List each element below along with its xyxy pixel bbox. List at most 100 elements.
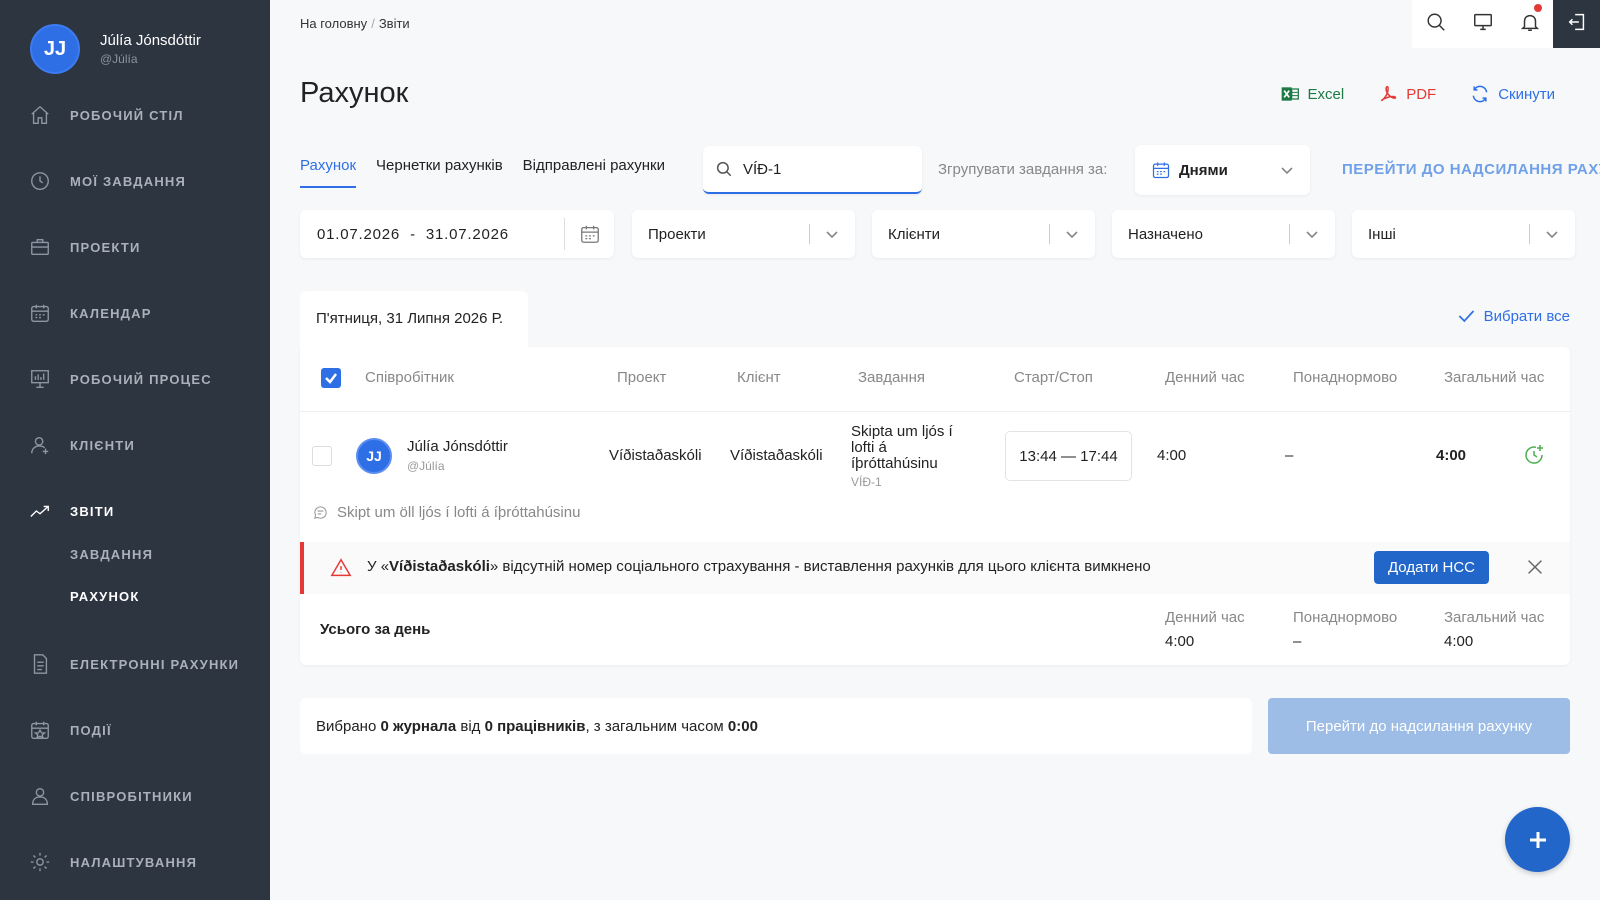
date-to: 31.07.2026 bbox=[425, 225, 509, 243]
warning-text: У «Víðistaðaskóli» відсутній номер соціа… bbox=[367, 558, 1151, 575]
goto-send-invoice-link[interactable]: ПЕРЕЙТИ ДО НАДСИЛАННЯ РАХУНКУ bbox=[1342, 161, 1600, 178]
tab-invoice[interactable]: Рахунок bbox=[300, 157, 357, 188]
avatar[interactable]: JJ bbox=[30, 24, 80, 74]
chevron-down-icon bbox=[1546, 231, 1558, 239]
sidebar-item-workflow[interactable]: РОБОЧИЙ ПРОЦЕС bbox=[28, 364, 212, 394]
chevron-down-icon bbox=[1066, 231, 1078, 239]
task-code: VÍÐ-1 bbox=[851, 475, 882, 489]
logout-icon bbox=[1566, 11, 1588, 38]
user-profile[interactable]: JJ Júlía Jónsdóttir @Júlía bbox=[30, 24, 201, 74]
clients-filter[interactable]: Клієнти bbox=[872, 210, 1095, 258]
column-header-task[interactable]: Завдання bbox=[858, 369, 925, 386]
pdf-export-button[interactable]: PDF bbox=[1378, 84, 1436, 104]
notifications-button[interactable] bbox=[1506, 0, 1553, 48]
sidebar-item-label: НАЛАШТУВАННЯ bbox=[70, 854, 198, 870]
column-header-total-time[interactable]: Загальний час bbox=[1444, 369, 1544, 386]
sidebar-subitem-invoice[interactable]: РАХУНОК bbox=[70, 589, 140, 604]
warning-prefix: У « bbox=[367, 558, 390, 575]
notification-dot bbox=[1534, 4, 1542, 12]
user-name: Júlía Jónsdóttir bbox=[100, 32, 201, 49]
plus-icon bbox=[1529, 831, 1546, 848]
reset-label: Скинути bbox=[1498, 85, 1555, 103]
invoice-tabs: Рахунок Чернетки рахунків Відправлені ра… bbox=[300, 157, 665, 188]
client-icon bbox=[28, 433, 52, 457]
breadcrumb-home[interactable]: На головну bbox=[300, 16, 367, 31]
sidebar-item-label: РОБОЧИЙ ПРОЦЕС bbox=[70, 371, 212, 387]
add-button[interactable] bbox=[1505, 807, 1570, 872]
sidebar-item-label: ЕЛЕКТРОННІ РАХУНКИ bbox=[70, 656, 240, 672]
column-header-client[interactable]: Клієнт bbox=[737, 369, 781, 386]
clock-plus-icon bbox=[1525, 445, 1543, 464]
excel-icon bbox=[1281, 87, 1299, 101]
client-cell: Víðistaðaskóli bbox=[730, 447, 823, 464]
column-header-day-time[interactable]: Денний час bbox=[1165, 369, 1245, 386]
projects-filter-label: Проекти bbox=[648, 225, 706, 243]
date-range-picker[interactable]: 01.07.2026 - 31.07.2026 bbox=[300, 210, 614, 258]
sidebar-item-employees[interactable]: СПІВРОБІТНИКИ bbox=[28, 781, 193, 811]
search-button[interactable] bbox=[1412, 0, 1459, 48]
column-header-project[interactable]: Проект bbox=[617, 369, 666, 386]
day-time-cell: 4:00 bbox=[1157, 447, 1187, 464]
monitor-button[interactable] bbox=[1459, 0, 1506, 48]
add-time-button[interactable] bbox=[1522, 443, 1546, 467]
select-all-button[interactable]: Вибрати все bbox=[1456, 306, 1570, 326]
start-stop-time[interactable]: 13:44 — 17:44 bbox=[1005, 431, 1132, 481]
summary-workers: 0 працівників bbox=[484, 718, 586, 735]
row-checkbox[interactable] bbox=[312, 446, 332, 466]
breadcrumb-current[interactable]: Звіти bbox=[379, 16, 410, 31]
tab-sent-invoices[interactable]: Відправлені рахунки bbox=[523, 157, 665, 188]
search-input[interactable] bbox=[743, 160, 903, 178]
total-day-time-label: Денний час bbox=[1165, 609, 1245, 626]
projects-filter[interactable]: Проекти bbox=[632, 210, 855, 258]
summary-text-1: Вибрано bbox=[316, 718, 381, 735]
column-header-employee[interactable]: Співробітник bbox=[365, 369, 454, 386]
chart-board-icon bbox=[28, 367, 52, 391]
group-by-select[interactable]: Днями bbox=[1135, 145, 1310, 195]
entry-comment: Skipt um öll ljós í lofti á íþróttahúsin… bbox=[312, 504, 580, 521]
sidebar-item-label: ПОДІЇ bbox=[70, 722, 112, 738]
add-ssn-button[interactable]: Додати НСС bbox=[1374, 551, 1489, 584]
calendar-icon[interactable] bbox=[579, 223, 601, 245]
header-checkbox[interactable] bbox=[321, 368, 341, 388]
excel-export-button[interactable]: Excel bbox=[1280, 84, 1344, 104]
refresh-icon bbox=[1472, 85, 1488, 103]
trend-icon bbox=[28, 499, 52, 523]
sidebar-item-projects[interactable]: ПРОЕКТИ bbox=[28, 232, 141, 262]
send-invoice-button[interactable]: Перейти до надсилання рахунку bbox=[1268, 698, 1570, 754]
others-filter-label: Інші bbox=[1368, 225, 1396, 243]
close-warning-button[interactable] bbox=[1524, 556, 1546, 578]
column-header-overtime[interactable]: Понаднормово bbox=[1293, 369, 1397, 386]
column-header-start-stop[interactable]: Старт/Стоп bbox=[1014, 369, 1093, 386]
employees-icon bbox=[28, 784, 52, 808]
search-icon bbox=[716, 161, 732, 177]
others-filter[interactable]: Інші bbox=[1352, 210, 1575, 258]
summary-time: 0:00 bbox=[727, 718, 758, 735]
sidebar-item-e-invoices[interactable]: ЕЛЕКТРОННІ РАХУНКИ bbox=[28, 649, 239, 679]
sidebar-item-settings[interactable]: НАЛАШТУВАННЯ bbox=[28, 847, 197, 877]
checkmark-icon bbox=[325, 373, 337, 384]
assigned-filter[interactable]: Назначено bbox=[1112, 210, 1335, 258]
sidebar-item-calendar[interactable]: КАЛЕНДАР bbox=[28, 298, 152, 328]
chevron-down-icon bbox=[826, 231, 838, 239]
sidebar-subitem-tasks[interactable]: ЗАВДАННЯ bbox=[70, 547, 153, 562]
sidebar-item-label: МОЇ ЗАВДАННЯ bbox=[70, 173, 187, 189]
total-time-value: 4:00 bbox=[1444, 633, 1474, 650]
sidebar-item-events[interactable]: ПОДІЇ bbox=[28, 715, 112, 745]
search-icon bbox=[1425, 11, 1447, 38]
total-time-cell: 4:00 bbox=[1436, 447, 1467, 464]
project-cell: Víðistaðaskóli bbox=[609, 447, 702, 464]
sidebar-item-my-tasks[interactable]: МОЇ ЗАВДАННЯ bbox=[28, 166, 186, 196]
calendar-icon bbox=[28, 301, 52, 325]
day-total-label: Усього за день bbox=[320, 621, 431, 638]
sidebar-item-reports[interactable]: ЗВІТИ bbox=[28, 496, 114, 526]
event-calendar-icon bbox=[28, 718, 52, 742]
task-cell: Skipta um ljós í lofti á íþróttahúsinu bbox=[851, 423, 953, 472]
pdf-export-label: PDF bbox=[1406, 85, 1437, 103]
tab-invoice-drafts[interactable]: Чернетки рахунків bbox=[376, 157, 503, 188]
sidebar-item-dashboard[interactable]: РОБОЧИЙ СТІЛ bbox=[28, 100, 184, 130]
reset-button[interactable]: Скинути bbox=[1470, 84, 1555, 104]
logout-button[interactable] bbox=[1553, 0, 1600, 48]
summary-journals: 0 журнала bbox=[380, 718, 457, 735]
sidebar-item-clients[interactable]: КЛІЄНТИ bbox=[28, 430, 135, 460]
assigned-filter-label: Назначено bbox=[1128, 225, 1203, 243]
